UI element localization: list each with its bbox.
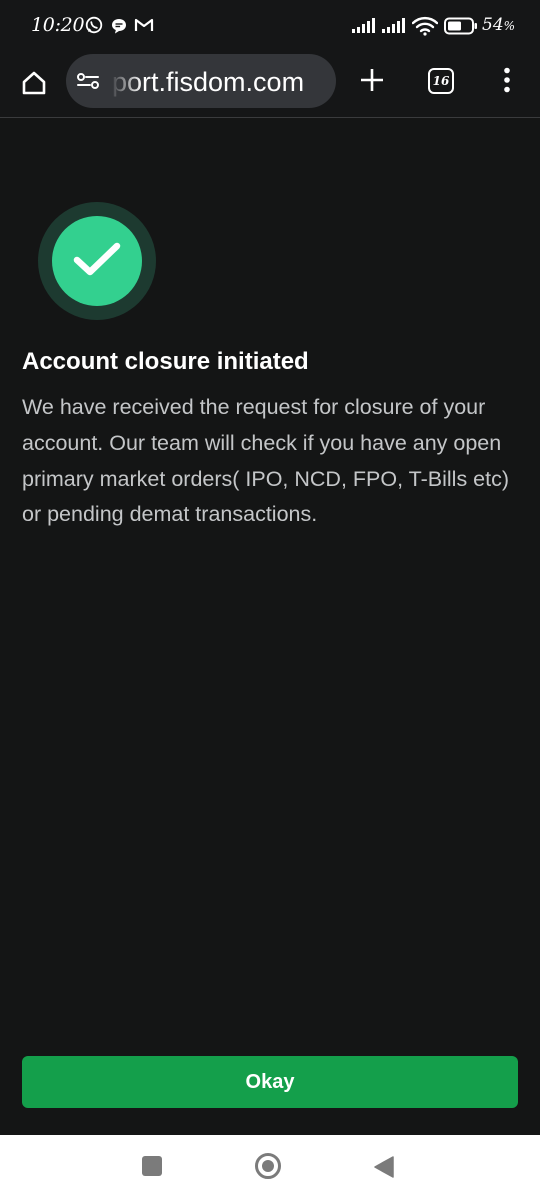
battery-percentage: 54% (482, 15, 516, 35)
signal-icon-2 (382, 18, 408, 39)
chat-bubble-icon (110, 17, 128, 40)
success-circle (52, 216, 142, 306)
more-vert-icon (503, 67, 511, 98)
home-button[interactable] (14, 65, 54, 105)
checkmark-icon (71, 239, 123, 284)
status-time: 10:20 (31, 14, 85, 36)
closure-message: We have received the request for closure… (22, 395, 510, 527)
system-nav-bar (0, 1135, 540, 1200)
okay-button[interactable]: Okay (22, 1056, 518, 1108)
signal-icon (352, 18, 378, 39)
page-title: Account closure initiated (22, 348, 309, 375)
recents-button[interactable] (142, 1156, 162, 1176)
success-badge (38, 202, 156, 320)
site-settings-icon[interactable] (76, 71, 100, 96)
plus-icon (359, 67, 385, 98)
home-icon (20, 69, 48, 102)
status-bar: 10:20 54% (0, 0, 540, 52)
address-bar[interactable]: port.fisdom.com (66, 54, 336, 108)
battery-icon (444, 17, 478, 40)
browser-menu-button[interactable] (494, 62, 520, 102)
tab-count: 16 (432, 74, 450, 88)
home-nav-dot (262, 1160, 274, 1172)
gmail-icon (134, 17, 154, 38)
browser-toolbar: port.fisdom.com 16 (0, 52, 540, 118)
home-nav-button[interactable] (255, 1153, 281, 1179)
wifi-icon (411, 16, 439, 41)
tab-switcher-button[interactable]: 16 (428, 68, 454, 94)
back-button[interactable] (373, 1155, 395, 1184)
new-tab-button[interactable] (352, 62, 392, 102)
url-fade (102, 54, 142, 108)
whatsapp-icon (85, 16, 103, 39)
